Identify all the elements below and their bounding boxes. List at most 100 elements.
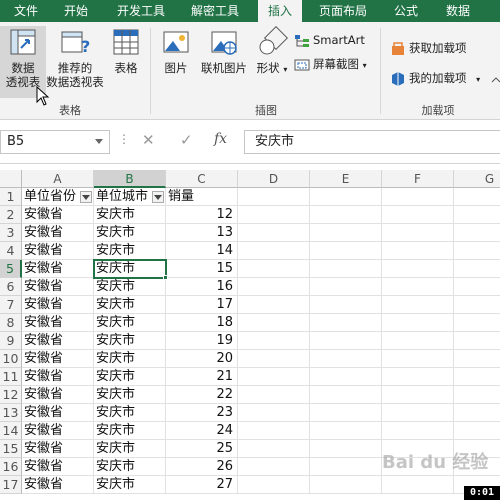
cell-f7[interactable] [382, 296, 454, 314]
cell-e17[interactable] [310, 476, 382, 494]
filter-dropdown-icon[interactable] [80, 191, 92, 203]
cell-e12[interactable] [310, 386, 382, 404]
cell-f14[interactable] [382, 422, 454, 440]
cell-f2[interactable] [382, 206, 454, 224]
cell-f17[interactable] [382, 476, 454, 494]
cell-a5[interactable]: 安徽省 [22, 260, 94, 278]
row-header[interactable]: 14 [0, 422, 22, 440]
cell-b8[interactable]: 安庆市 [94, 314, 166, 332]
cell-c5[interactable]: 15 [166, 260, 238, 278]
row-header[interactable]: 3 [0, 224, 22, 242]
cell-e9[interactable] [310, 332, 382, 350]
cell-b3[interactable]: 安庆市 [94, 224, 166, 242]
enter-icon[interactable]: ✓ [180, 131, 193, 149]
cell-d9[interactable] [238, 332, 310, 350]
cell-e16[interactable] [310, 458, 382, 476]
tab-data[interactable]: 数据 [436, 0, 480, 22]
cell-c16[interactable]: 26 [166, 458, 238, 476]
cell-e2[interactable] [310, 206, 382, 224]
row-header[interactable]: 13 [0, 404, 22, 422]
cell-e14[interactable] [310, 422, 382, 440]
row-header[interactable]: 12 [0, 386, 22, 404]
cell-e10[interactable] [310, 350, 382, 368]
cell-f4[interactable] [382, 242, 454, 260]
cell-d2[interactable] [238, 206, 310, 224]
cell-c15[interactable]: 25 [166, 440, 238, 458]
cell-a15[interactable]: 安徽省 [22, 440, 94, 458]
cell-b7[interactable]: 安庆市 [94, 296, 166, 314]
cell-e15[interactable] [310, 440, 382, 458]
tab-file[interactable]: 文件 [4, 0, 48, 22]
row-header[interactable]: 15 [0, 440, 22, 458]
cell-d16[interactable] [238, 458, 310, 476]
cell-d10[interactable] [238, 350, 310, 368]
cell-f8[interactable] [382, 314, 454, 332]
cell-g10[interactable] [454, 350, 500, 368]
cell-b2[interactable]: 安庆市 [94, 206, 166, 224]
cell-g8[interactable] [454, 314, 500, 332]
cell-b6[interactable]: 安庆市 [94, 278, 166, 296]
table-button[interactable]: 表格 [108, 26, 144, 75]
cell-a16[interactable]: 安徽省 [22, 458, 94, 476]
cell-g12[interactable] [454, 386, 500, 404]
row-header[interactable]: 5 [0, 260, 22, 278]
cell-d5[interactable] [238, 260, 310, 278]
cell-d6[interactable] [238, 278, 310, 296]
cell-d1[interactable] [238, 188, 310, 206]
row-header[interactable]: 10 [0, 350, 22, 368]
cell-a8[interactable]: 安徽省 [22, 314, 94, 332]
cell-g6[interactable] [454, 278, 500, 296]
insert-function-icon[interactable]: fx [214, 131, 227, 147]
cell-b9[interactable]: 安庆市 [94, 332, 166, 350]
cell-g11[interactable] [454, 368, 500, 386]
cell-g3[interactable] [454, 224, 500, 242]
cell-c10[interactable]: 20 [166, 350, 238, 368]
cell-a12[interactable]: 安徽省 [22, 386, 94, 404]
column-header-f[interactable]: F [382, 170, 454, 188]
cancel-icon[interactable]: ✕ [142, 131, 155, 149]
cell-f11[interactable] [382, 368, 454, 386]
column-header-b[interactable]: B [94, 170, 166, 188]
cell-g5[interactable] [454, 260, 500, 278]
cell-a3[interactable]: 安徽省 [22, 224, 94, 242]
formula-input[interactable]: 安庆市 [244, 130, 500, 154]
cell-g7[interactable] [454, 296, 500, 314]
cell-a11[interactable]: 安徽省 [22, 368, 94, 386]
cell-b12[interactable]: 安庆市 [94, 386, 166, 404]
cell-f3[interactable] [382, 224, 454, 242]
cell-c9[interactable]: 19 [166, 332, 238, 350]
cell-c11[interactable]: 21 [166, 368, 238, 386]
cell-c3[interactable]: 13 [166, 224, 238, 242]
cell-e6[interactable] [310, 278, 382, 296]
cell-f9[interactable] [382, 332, 454, 350]
row-header[interactable]: 7 [0, 296, 22, 314]
name-box[interactable]: B5 [0, 130, 110, 154]
row-header[interactable]: 16 [0, 458, 22, 476]
cell-c7[interactable]: 17 [166, 296, 238, 314]
tab-insert[interactable]: 插入 [258, 0, 302, 23]
row-header[interactable]: 17 [0, 476, 22, 494]
cell-e13[interactable] [310, 404, 382, 422]
cell-d15[interactable] [238, 440, 310, 458]
get-addins-button[interactable]: 获取加载项 [390, 38, 467, 58]
cell-e1[interactable] [310, 188, 382, 206]
cell-b4[interactable]: 安庆市 [94, 242, 166, 260]
cell-g9[interactable] [454, 332, 500, 350]
cell-c2[interactable]: 12 [166, 206, 238, 224]
chevron-down-icon[interactable] [95, 139, 103, 145]
row-header[interactable]: 8 [0, 314, 22, 332]
recommended-pivot-button[interactable]: ? 推荐的 数据透视表 [44, 26, 106, 89]
tab-page-layout[interactable]: 页面布局 [306, 0, 380, 22]
cell-d4[interactable] [238, 242, 310, 260]
cell-d13[interactable] [238, 404, 310, 422]
cell-d3[interactable] [238, 224, 310, 242]
my-addins-button[interactable]: 我的加载项 ▾ [390, 68, 480, 88]
cell-c8[interactable]: 18 [166, 314, 238, 332]
column-header-a[interactable]: A [22, 170, 94, 188]
cell-a17[interactable]: 安徽省 [22, 476, 94, 494]
cell-e11[interactable] [310, 368, 382, 386]
cell-b15[interactable]: 安庆市 [94, 440, 166, 458]
cell-g1[interactable] [454, 188, 500, 206]
cell-a13[interactable]: 安徽省 [22, 404, 94, 422]
cell-b10[interactable]: 安庆市 [94, 350, 166, 368]
